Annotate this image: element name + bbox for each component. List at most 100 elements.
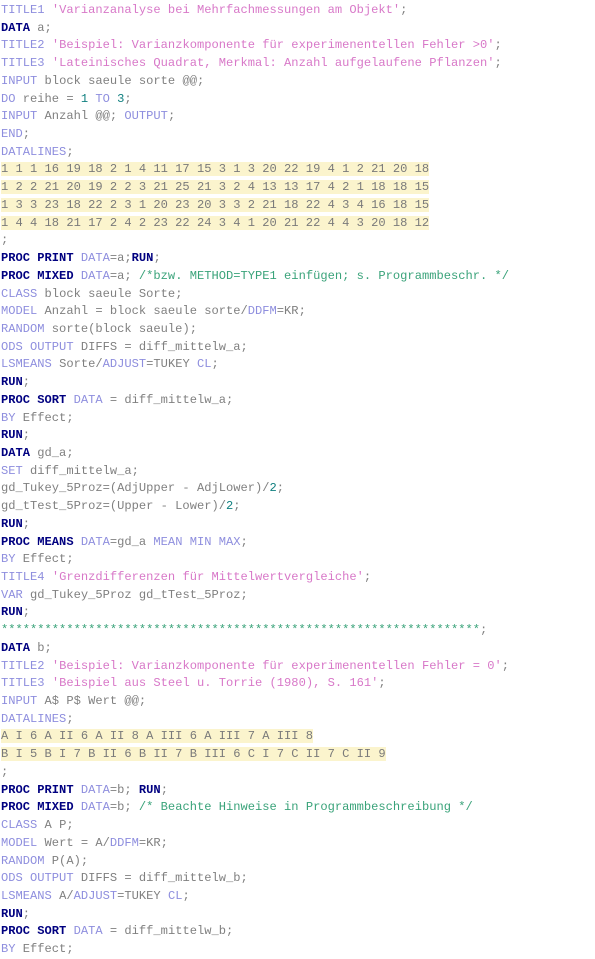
code-token-kw: RUN [1, 428, 23, 443]
code-token-str: 'Varianzanalyse bei Mehrfachmessungen am… [51, 3, 401, 17]
code-line: ODS OUTPUT DIFFS = diff_mittelw_a; [1, 339, 595, 357]
code-token-kw: PROC PRINT [1, 251, 74, 266]
code-token-plain: Effect; [15, 942, 74, 957]
code-token-str: 'Beispiel: Varianzkomponente für experim… [51, 658, 502, 673]
code-token-kw: PROC MIXED [1, 800, 74, 815]
code-line: BY Effect; [1, 551, 595, 569]
code-token-plain: ; [182, 888, 190, 903]
code-line: MODEL Anzahl = block saeule sorte/DDFM=K… [1, 303, 595, 321]
code-line: PROC MEANS DATA=gd_a MEAN MIN MAX; [1, 534, 595, 552]
code-listing[interactable]: TITLE1 'Varianzanalyse bei Mehrfachmessu… [0, 0, 595, 959]
code-token-plain: A/ [51, 888, 74, 903]
code-line: TITLE2 'Beispiel: Varianzkomponente für … [1, 37, 595, 55]
code-line: DATALINES; [1, 711, 595, 729]
code-line: TITLE2 'Beispiel: Varianzkomponente für … [1, 658, 595, 676]
code-token-str: 'Lateinisches Quadrat, Merkmal: Anzahl a… [51, 56, 495, 71]
code-token-stmt: TO [95, 91, 110, 106]
code-token-plain: ; [1, 233, 9, 248]
code-line: DATA b; [1, 640, 595, 658]
code-line: ODS OUTPUT DIFFS = diff_mittelw_b; [1, 870, 595, 888]
code-token-plain: Wert = A/ [37, 835, 110, 850]
code-token-plain: =gd_a [109, 534, 154, 549]
code-token-opt: CL [167, 888, 183, 903]
datalines-row: 1 1 1 16 19 18 2 1 4 11 17 15 3 1 3 20 2… [1, 162, 430, 177]
code-line: ****************************************… [1, 622, 595, 640]
code-token-stmt: OUTPUT [124, 109, 168, 124]
code-token-num: 2 [269, 481, 277, 496]
code-token-kw: RUN [1, 516, 23, 531]
code-token-stmt: ODS OUTPUT [1, 871, 74, 886]
code-line: DO reihe = 1 TO 3; [1, 91, 595, 109]
code-token-plain: ; [22, 906, 31, 921]
code-line: PROC SORT DATA = diff_mittelw_b; [1, 923, 595, 941]
code-token-stmt: TITLE2 [1, 38, 45, 53]
code-token-str: 'Beispiel aus Steel u. Torrie (1980), S.… [51, 676, 379, 691]
code-line: PROC PRINT DATA=a;RUN; [1, 250, 595, 268]
code-line: RUN; [1, 427, 595, 445]
code-token-stmt: DATA [80, 800, 110, 815]
code-token-plain: =b; [109, 782, 139, 797]
code-token-plain: ; [233, 499, 241, 514]
datalines-row: 1 4 4 18 21 17 2 4 2 23 22 24 3 4 1 20 2… [1, 215, 430, 230]
code-token-stmt: INPUT [1, 694, 38, 709]
code-token-plain: sorte(block saeule); [44, 321, 197, 336]
code-line: B I 5 B I 7 B II 6 B II 7 B III 6 C I 7 … [1, 746, 595, 764]
code-line: BY Effect; [1, 941, 595, 959]
code-token-kw: DATA [1, 445, 31, 460]
code-token-opt: DDFM [247, 304, 277, 319]
code-token-plain: ; [494, 38, 502, 53]
code-token-plain: ; [22, 375, 31, 390]
code-token-plain: Effect; [15, 552, 74, 567]
code-line: BY Effect; [1, 410, 595, 428]
code-token-plain: =TUKEY [146, 357, 197, 372]
code-token-stmt: ODS OUTPUT [1, 339, 74, 354]
code-token-plain: DIFFS = diff_mittelw_a; [73, 339, 248, 354]
code-token-kw: RUN [138, 782, 161, 797]
code-token-opt: ADJUST [73, 888, 118, 903]
code-token-stmt: BY [1, 942, 16, 957]
code-token-stmt: DATA [80, 782, 110, 797]
code-token-plain: ; [153, 251, 161, 266]
code-line: 1 2 2 21 20 19 2 2 3 21 25 21 3 2 4 13 1… [1, 179, 595, 197]
code-token-stmt: LSMEANS [1, 888, 52, 903]
code-token-kw: PROC PRINT [1, 782, 74, 797]
code-token-stmt: MODEL [1, 835, 38, 850]
code-token-kw: PROC SORT [1, 392, 67, 407]
code-token-kw: PROC MEANS [1, 534, 74, 549]
code-token-stmt: DATALINES [1, 144, 67, 159]
code-token-kw: DATA [1, 20, 31, 35]
code-line: TITLE3 'Lateinisches Quadrat, Merkmal: A… [1, 55, 595, 73]
code-token-plain: ; [378, 676, 386, 691]
code-line: ; [1, 764, 595, 782]
code-token-str: 'Beispiel: Varianzkomponente für experim… [51, 38, 495, 53]
code-token-plain: =a; [109, 268, 139, 283]
datalines-row: B I 5 B I 7 B II 6 B II 7 B III 6 C I 7 … [1, 747, 386, 762]
code-token-plain: ; [211, 357, 219, 372]
code-token-stmt: CLASS [1, 818, 38, 833]
code-line: PROC MIXED DATA=b; /* Beachte Hinweise i… [1, 799, 595, 817]
code-token-plain: =KR; [138, 835, 168, 850]
code-token-plain: ; [66, 144, 74, 159]
code-token-kw: RUN [1, 906, 23, 921]
code-token-plain: P(A); [44, 853, 89, 868]
code-line: DATA a; [1, 20, 595, 38]
code-token-plain: ; [494, 56, 502, 71]
code-line: PROC MIXED DATA=a; /*bzw. METHOD=TYPE1 e… [1, 268, 595, 286]
code-token-plain: ; [363, 570, 372, 584]
code-token-plain: gd_a; [30, 445, 74, 460]
code-line: DATA gd_a; [1, 445, 595, 463]
code-token-stmt: LSMEANS [1, 357, 52, 372]
code-token-stmt: INPUT [1, 109, 38, 124]
code-token-stmt: RANDOM [1, 321, 45, 336]
code-token-plain: ; [22, 127, 31, 142]
code-token-plain: ; [167, 109, 176, 124]
code-token-plain: ; [124, 91, 132, 106]
code-token-stmt: DATA [80, 251, 110, 266]
